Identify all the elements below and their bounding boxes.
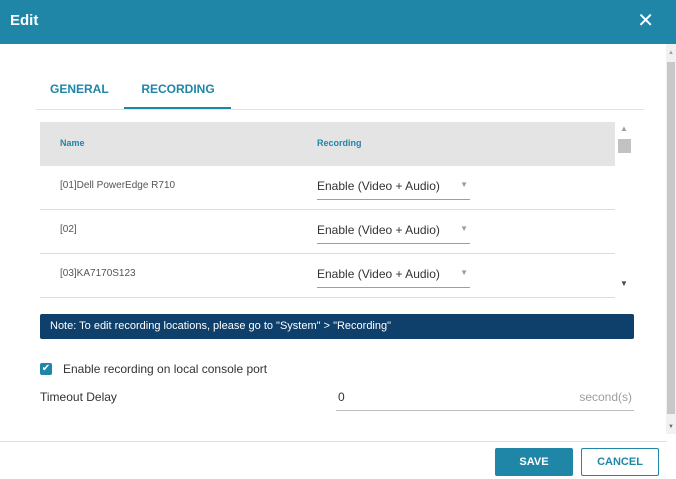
timeout-value: 0 <box>338 390 345 404</box>
scroll-down-icon[interactable]: ▼ <box>668 424 674 430</box>
table-row: [01]Dell PowerEdge R710 Enable (Video + … <box>40 166 615 210</box>
active-tab-indicator <box>124 107 231 109</box>
scrollbar-thumb[interactable] <box>618 139 631 153</box>
footer-divider <box>0 441 667 442</box>
device-name: [02] <box>60 224 77 235</box>
dialog-scrollbar[interactable]: ▲ ▼ <box>666 44 676 434</box>
save-button[interactable]: SAVE <box>495 448 573 476</box>
scroll-up-icon[interactable]: ▲ <box>668 50 674 56</box>
device-name: [01]Dell PowerEdge R710 <box>60 180 176 191</box>
recording-select-value: Enable (Video + Audio) <box>317 223 440 237</box>
note-banner: Note: To edit recording locations, pleas… <box>40 314 634 339</box>
dialog-title: Edit <box>10 12 39 29</box>
timeout-unit: second(s) <box>579 390 632 404</box>
recording-select[interactable]: Enable (Video + Audio) ▼ <box>317 217 470 244</box>
scroll-up-icon[interactable]: ▲ <box>620 124 628 133</box>
chevron-down-icon: ▼ <box>460 180 468 189</box>
note-text: Note: To edit recording locations, pleas… <box>50 320 392 332</box>
table-scrollbar[interactable]: ▲ ▼ <box>617 122 633 294</box>
timeout-label: Timeout Delay <box>40 390 117 404</box>
local-console-label[interactable]: Enable recording on local console port <box>63 362 267 376</box>
column-header-recording[interactable]: Recording <box>317 138 362 148</box>
close-icon[interactable]: ✕ <box>637 9 654 33</box>
tab-general[interactable]: GENERAL <box>50 82 109 96</box>
table-row: [02] Enable (Video + Audio) ▼ <box>40 210 615 254</box>
scroll-down-icon[interactable]: ▼ <box>620 279 628 288</box>
chevron-down-icon: ▼ <box>460 268 468 277</box>
timeout-delay-input[interactable]: 0 second(s) <box>336 386 634 411</box>
device-name: [03]KA7170S123 <box>60 268 136 279</box>
recording-select-value: Enable (Video + Audio) <box>317 179 440 193</box>
tab-recording[interactable]: RECORDING <box>126 82 230 96</box>
dialog-titlebar: Edit ✕ <box>0 0 676 44</box>
recording-select[interactable]: Enable (Video + Audio) ▼ <box>317 173 470 200</box>
local-console-checkbox[interactable]: ✔ <box>40 363 52 375</box>
recording-select[interactable]: Enable (Video + Audio) ▼ <box>317 261 470 288</box>
recording-select-value: Enable (Video + Audio) <box>317 267 440 281</box>
table-header: Name Recording <box>40 122 615 166</box>
scrollbar-thumb[interactable] <box>667 62 675 414</box>
column-header-name[interactable]: Name <box>60 138 85 148</box>
tab-bar: GENERAL RECORDING <box>36 76 644 110</box>
recording-table: Name Recording [01]Dell PowerEdge R710 E… <box>40 122 615 298</box>
chevron-down-icon: ▼ <box>460 224 468 233</box>
check-icon: ✔ <box>41 363 51 374</box>
cancel-button[interactable]: CANCEL <box>581 448 659 476</box>
table-row: [03]KA7170S123 Enable (Video + Audio) ▼ <box>40 254 615 298</box>
